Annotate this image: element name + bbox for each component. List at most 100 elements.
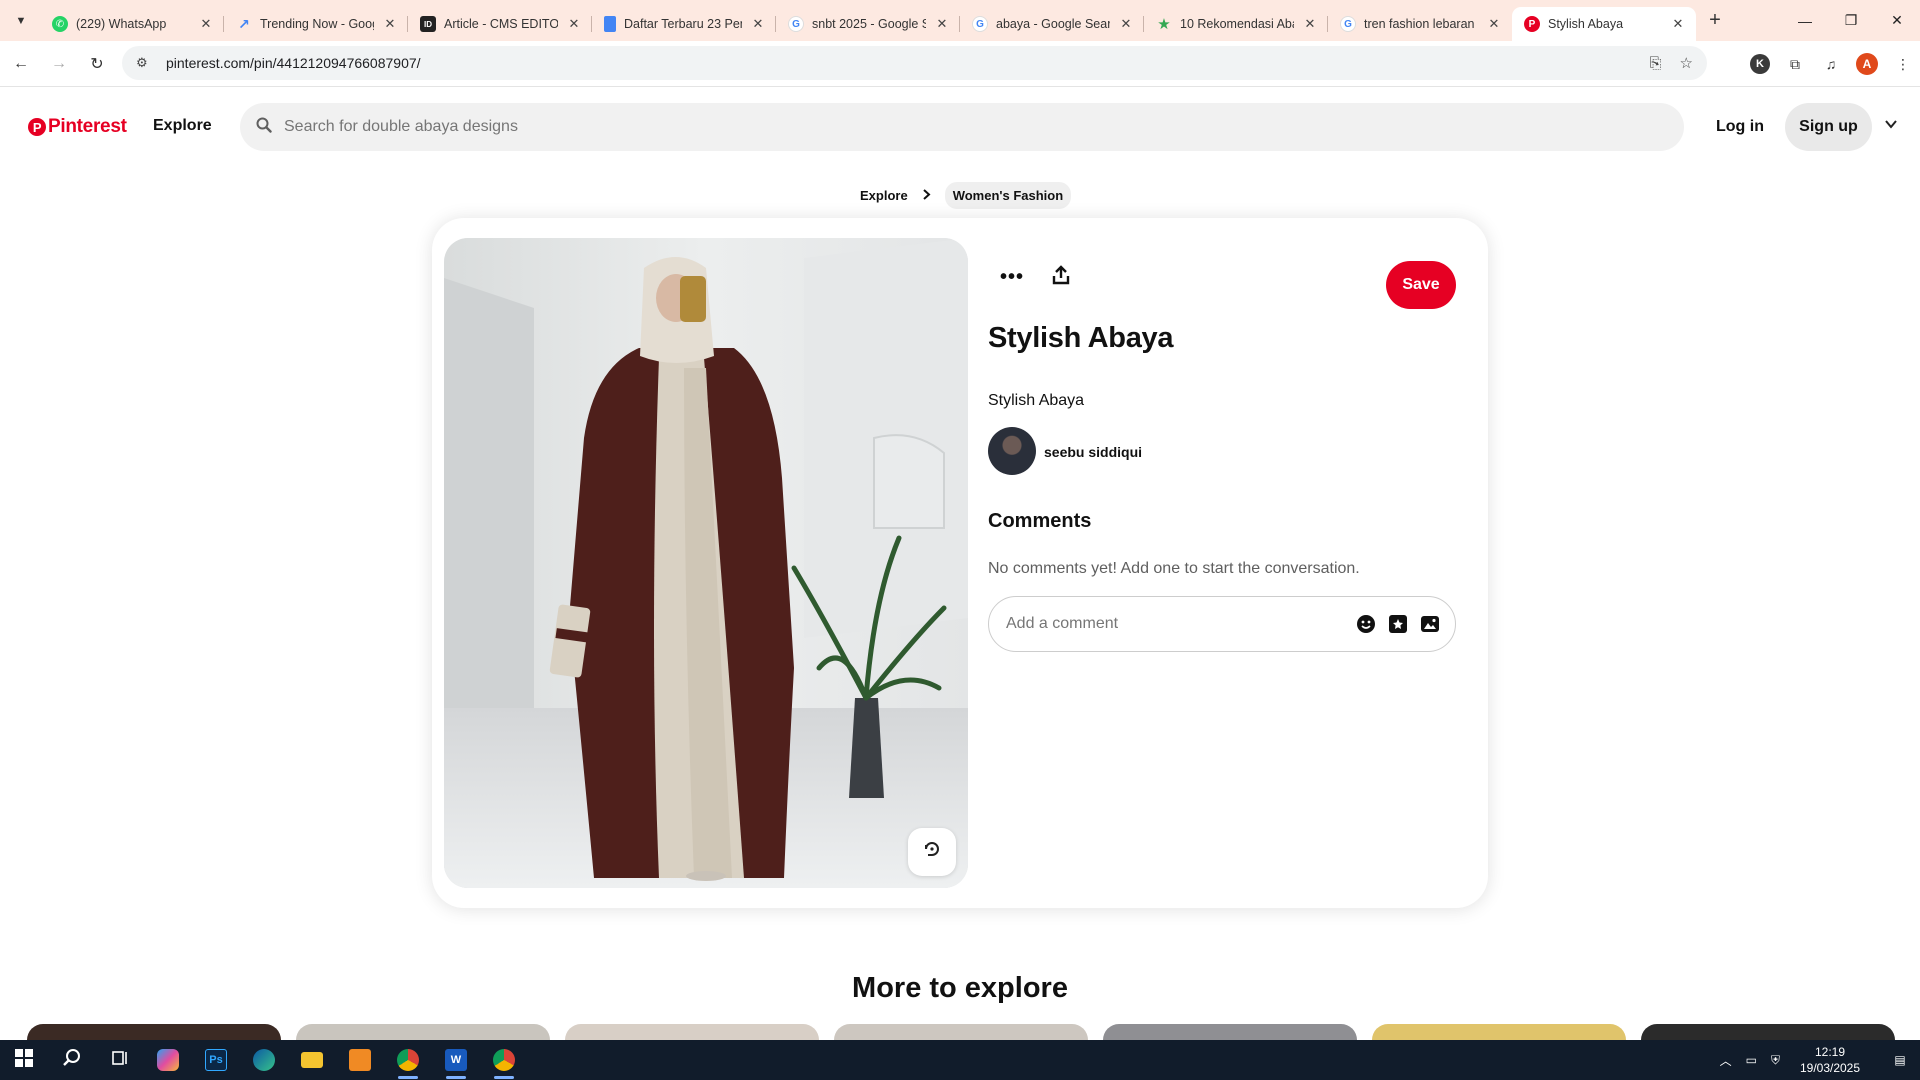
pinterest-header: P Pinterest Explore Log in Sign up (0, 88, 1920, 168)
minimize-icon[interactable]: — (1782, 0, 1828, 41)
login-link[interactable]: Log in (1716, 118, 1764, 136)
close-icon[interactable]: ✕ (382, 16, 398, 32)
taskbar-word[interactable]: W (432, 1040, 480, 1080)
taskbar-file-explorer[interactable] (288, 1040, 336, 1080)
chevron-up-icon[interactable]: ︿ (1720, 1052, 1732, 1069)
browser-tab[interactable]: G snbt 2025 - Google Search ✕ (776, 7, 960, 41)
chrome-icon (493, 1049, 515, 1071)
pinterest-logo[interactable]: P Pinterest (28, 116, 127, 138)
taskbar-edge[interactable] (240, 1040, 288, 1080)
profile-avatar[interactable]: A (1856, 53, 1878, 75)
taskbar-chrome-2[interactable] (480, 1040, 528, 1080)
media-control-icon[interactable]: ♫ (1820, 53, 1842, 75)
pinterest-logo-icon: P (28, 118, 46, 136)
lens-search-icon (923, 841, 941, 864)
arrow-right-icon: → (51, 54, 67, 72)
related-pin-thumbnail[interactable] (296, 1024, 550, 1040)
forward-button[interactable]: → (42, 47, 76, 81)
task-view-icon (111, 1049, 129, 1072)
new-tab-button[interactable]: + (1700, 6, 1730, 36)
extensions-puzzle-icon[interactable]: ⧉ (1784, 53, 1806, 75)
taskbar-app-orange[interactable] (336, 1040, 384, 1080)
windows-start-button[interactable] (0, 1040, 48, 1080)
creator-avatar[interactable] (988, 427, 1036, 475)
comment-input[interactable] (1006, 615, 1336, 633)
clock[interactable]: 12:19 19/03/2025 (1794, 1044, 1866, 1076)
star-icon: ★ (1157, 16, 1171, 33)
close-icon[interactable]: ✕ (566, 16, 582, 32)
network-icon[interactable]: ▭ (1746, 1053, 1757, 1067)
breadcrumb: Explore Women's Fashion (860, 182, 1072, 209)
chevron-down-icon: ▼ (15, 14, 27, 27)
share-button[interactable] (1044, 260, 1078, 294)
url-text[interactable]: pinterest.com/pin/441212094766087907/ (166, 55, 421, 71)
taskbar-chrome[interactable] (384, 1040, 432, 1080)
bookmark-star-icon[interactable]: ☆ (1680, 54, 1693, 72)
site-info-icon[interactable]: ⚙ (136, 55, 154, 71)
reload-icon: ↻ (90, 55, 104, 73)
chevron-down-icon[interactable] (1884, 117, 1898, 134)
close-icon[interactable]: ✕ (1118, 16, 1134, 32)
browser-tab[interactable]: G abaya - Google Search ✕ (960, 7, 1144, 41)
browser-tab[interactable]: ✆ (229) WhatsApp ✕ (40, 7, 224, 41)
abaya-photo-illustration (444, 238, 968, 888)
photoshop-icon: Ps (205, 1049, 227, 1071)
save-button[interactable]: Save (1386, 261, 1456, 309)
browser-tab[interactable]: ↗ Trending Now - Google Trends ✕ (224, 7, 408, 41)
signup-button[interactable]: Sign up (1785, 103, 1872, 151)
more-options-button[interactable]: ••• (995, 260, 1029, 294)
related-pin-thumbnail[interactable] (565, 1024, 819, 1040)
image-upload-icon[interactable] (1419, 613, 1441, 635)
reload-button[interactable]: ↻ (80, 47, 114, 81)
tab-search-button[interactable]: ▼ (6, 6, 36, 36)
comments-heading: Comments (988, 510, 1092, 532)
close-icon[interactable]: ✕ (198, 16, 214, 32)
related-pin-thumbnail[interactable] (1372, 1024, 1626, 1040)
taskbar-photoshop[interactable]: Ps (192, 1040, 240, 1080)
google-icon: G (788, 16, 804, 32)
taskbar-copilot[interactable] (144, 1040, 192, 1080)
close-icon[interactable]: ✕ (1302, 16, 1318, 32)
pin-image[interactable] (444, 238, 968, 888)
more-horizontal-icon: ••• (999, 265, 1024, 288)
restore-icon[interactable]: ❐ (1828, 0, 1874, 41)
address-bar[interactable]: ⚙ pinterest.com/pin/441212094766087907/ … (122, 46, 1707, 80)
close-icon[interactable]: ✕ (934, 16, 950, 32)
close-icon[interactable]: ✕ (1670, 16, 1686, 32)
related-pin-thumbnail[interactable] (1641, 1024, 1895, 1040)
breadcrumb-explore[interactable]: Explore (860, 188, 908, 203)
browser-tab[interactable]: G tren fashion lebaran ✕ (1328, 7, 1512, 41)
visual-search-button[interactable] (908, 828, 956, 876)
breadcrumb-womens-fashion[interactable]: Women's Fashion (944, 182, 1072, 209)
search-bar[interactable] (240, 103, 1684, 151)
back-button[interactable]: ← (4, 47, 38, 81)
related-pin-thumbnail[interactable] (834, 1024, 1088, 1040)
folder-icon (301, 1052, 323, 1068)
task-view-button[interactable] (96, 1040, 144, 1080)
browser-tab-active[interactable]: P Stylish Abaya ✕ (1512, 7, 1696, 41)
menu-dots-icon[interactable]: ⋮ (1892, 53, 1914, 75)
taskbar-search-button[interactable] (48, 1040, 96, 1080)
extension-k-icon[interactable]: K (1750, 54, 1770, 74)
search-input[interactable] (284, 118, 1484, 136)
notification-icon[interactable]: ▤ (1880, 1053, 1920, 1067)
cms-icon: ID (420, 16, 436, 32)
windows-taskbar: Ps W ︿ ▭ ⛨ 12:19 19/03/2025 ▤ (0, 1040, 1920, 1080)
close-icon[interactable]: ✕ (750, 16, 766, 32)
tab-title: (229) WhatsApp (76, 17, 167, 31)
comment-box[interactable] (988, 596, 1456, 652)
close-window-icon[interactable]: ✕ (1874, 0, 1920, 41)
creator-name[interactable]: seebu siddiqui (1044, 444, 1142, 460)
browser-tab[interactable]: ID Article - CMS EDITOR ✕ (408, 7, 592, 41)
browser-tab[interactable]: ★ 10 Rekomendasi Abaya ✕ (1144, 7, 1328, 41)
close-icon[interactable]: ✕ (1486, 16, 1502, 32)
emoji-icon[interactable] (1355, 613, 1377, 635)
sticker-icon[interactable] (1387, 613, 1409, 635)
shield-icon[interactable]: ⛨ (1771, 1053, 1780, 1068)
explore-link[interactable]: Explore (153, 117, 212, 135)
browser-tab[interactable]: Daftar Terbaru 23 Pen ✕ (592, 7, 776, 41)
install-app-icon[interactable]: ⎘ (1650, 55, 1662, 72)
related-pin-thumbnail[interactable] (1103, 1024, 1357, 1040)
related-pin-thumbnail[interactable] (27, 1024, 281, 1040)
google-icon: G (972, 16, 988, 32)
